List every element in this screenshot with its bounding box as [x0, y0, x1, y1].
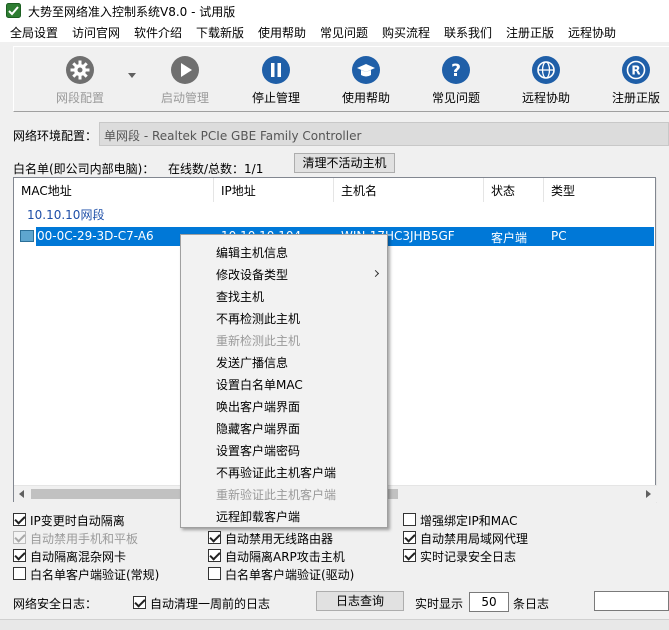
log-query-button[interactable]: 日志查询: [316, 591, 404, 611]
realtime-unit-label: 条日志: [513, 597, 550, 611]
start-management-button[interactable]: 启动管理: [141, 55, 229, 109]
graduation-cap-icon: [352, 56, 380, 84]
security-log-label: 网络安全日志：: [13, 597, 98, 611]
menu-bar: 全局设置 访问官网 软件介绍 下载新版 使用帮助 常见问题 购买流程 联系我们 …: [0, 22, 669, 42]
menu-remote-help[interactable]: 远程协助: [568, 24, 616, 41]
network-config-field: 单网段 - Realtek PCIe GBE Family Controller: [99, 122, 669, 146]
chevron-down-icon[interactable]: [128, 73, 136, 78]
row-mac: 00-0C-29-3D-C7-A6: [37, 229, 154, 243]
realtime-count-input[interactable]: 50: [469, 592, 509, 612]
clear-inactive-hosts-button[interactable]: 清理不活动主机: [294, 153, 395, 173]
row-status: 客户端: [491, 231, 528, 245]
column-ip[interactable]: IP地址: [214, 178, 334, 202]
ctx-change-device-type[interactable]: 修改设备类型: [216, 266, 288, 283]
registered-icon: R: [622, 56, 650, 84]
svg-text:R: R: [631, 64, 640, 78]
log-panel-edge: [0, 619, 669, 630]
menu-help[interactable]: 使用帮助: [258, 24, 306, 41]
group-header[interactable]: 10.10.10网段: [27, 206, 104, 223]
chevron-right-icon: [371, 269, 380, 278]
online-count: 在线数/总数：1/1: [168, 162, 264, 176]
menu-contact[interactable]: 联系我们: [444, 24, 492, 41]
remote-assist-button[interactable]: 远程协助: [502, 55, 590, 109]
ctx-send-broadcast[interactable]: 发送广播信息: [216, 354, 288, 371]
ctx-remote-uninstall-client[interactable]: 远程卸载客户端: [216, 508, 300, 525]
network-config-value: 单网段 - Realtek PCIe GBE Family Controller: [104, 129, 362, 143]
start-management-label: 启动管理: [160, 91, 209, 105]
help-label: 使用帮助: [341, 91, 390, 105]
segment-config-label: 网段配置: [55, 91, 104, 105]
menu-download[interactable]: 下载新版: [196, 24, 244, 41]
scroll-left-icon[interactable]: [19, 490, 24, 498]
svg-text:?: ?: [451, 61, 461, 81]
toolbar: 网段配置 启动管理 停止管理 使用帮助 ? 常见问题 远程协助 R 注册正版: [13, 46, 669, 112]
realtime-display-label: 实时显示: [415, 597, 464, 611]
remote-assist-label: 远程协助: [521, 91, 570, 105]
menu-visit-site[interactable]: 访问官网: [72, 24, 120, 41]
stop-management-button[interactable]: 停止管理: [232, 55, 320, 109]
faq-button[interactable]: ? 常见问题: [412, 55, 500, 109]
menu-purchase[interactable]: 购买流程: [382, 24, 430, 41]
scroll-right-icon[interactable]: [646, 490, 651, 498]
ctx-find-host[interactable]: 查找主机: [216, 288, 264, 305]
menu-software-intro[interactable]: 软件介绍: [134, 24, 182, 41]
ctx-set-whitelist-mac[interactable]: 设置白名单MAC: [216, 376, 303, 393]
column-type[interactable]: 类型: [544, 178, 656, 202]
context-menu: 编辑主机信息 修改设备类型 查找主机 不再检测此主机 重新检测此主机 发送广播信…: [180, 234, 388, 528]
title-bar: 大势至网络准入控制系统V8.0 - 试用版: [0, 0, 669, 22]
column-status[interactable]: 状态: [484, 178, 544, 202]
ctx-reverify-client[interactable]: 重新验证此主机客户端: [216, 486, 336, 503]
ctx-stop-detect-host[interactable]: 不再检测此主机: [216, 310, 300, 327]
gear-icon: [66, 56, 94, 84]
stop-management-label: 停止管理: [251, 91, 300, 105]
globe-icon: [532, 56, 560, 84]
help-button[interactable]: 使用帮助: [322, 55, 410, 109]
register-button[interactable]: R 注册正版: [592, 55, 669, 109]
menu-global-settings[interactable]: 全局设置: [10, 24, 58, 41]
network-config-label: 网络环境配置：: [13, 129, 98, 143]
log-filter-input[interactable]: [594, 591, 669, 611]
ctx-hide-client-ui[interactable]: 隐藏客户端界面: [216, 420, 300, 437]
column-hostname[interactable]: 主机名: [334, 178, 484, 202]
question-icon: ?: [442, 56, 470, 84]
row-type: PC: [551, 229, 567, 243]
ctx-stop-verify-client[interactable]: 不再验证此主机客户端: [216, 464, 336, 481]
play-icon: [171, 56, 199, 84]
register-label: 注册正版: [611, 91, 660, 105]
computer-icon: [20, 230, 34, 242]
ctx-set-client-password[interactable]: 设置客户端密码: [216, 442, 300, 459]
vertical-scrollbar[interactable]: [656, 178, 669, 503]
pause-icon: [262, 56, 290, 84]
app-icon: [6, 3, 21, 18]
ctx-show-client-ui[interactable]: 唤出客户端界面: [216, 398, 300, 415]
faq-label: 常见问题: [431, 91, 480, 105]
segment-config-button[interactable]: 网段配置: [36, 55, 124, 109]
ctx-edit-host-info[interactable]: 编辑主机信息: [216, 244, 288, 261]
whitelist-label: 白名单(即公司内部电脑)：: [13, 162, 155, 176]
window-title: 大势至网络准入控制系统V8.0 - 试用版: [28, 5, 236, 19]
ctx-redetect-host[interactable]: 重新检测此主机: [216, 332, 300, 349]
column-mac[interactable]: MAC地址: [14, 178, 214, 202]
menu-faq[interactable]: 常见问题: [320, 24, 368, 41]
menu-register[interactable]: 注册正版: [506, 24, 554, 41]
